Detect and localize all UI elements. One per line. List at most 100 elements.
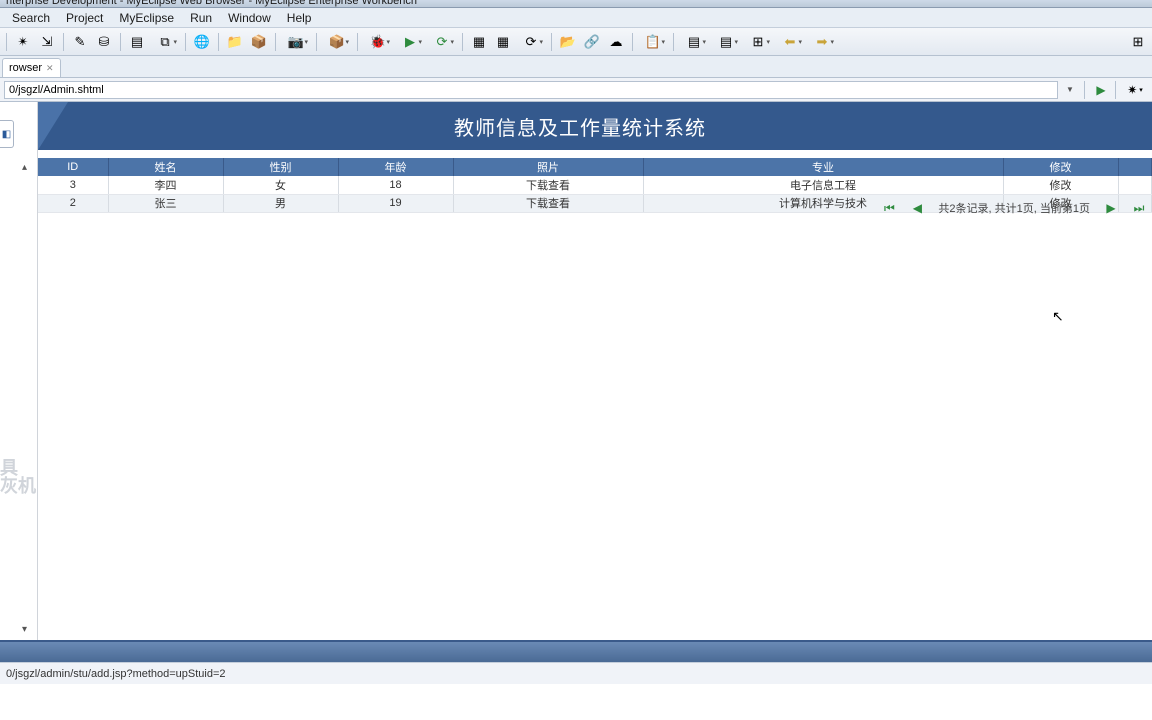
db-icon[interactable]: ⛁	[93, 31, 115, 53]
status-bar: 0/jsgzl/admin/stu/add.jsp?method=upStuid…	[0, 662, 1152, 684]
run-icon[interactable]: ▶	[395, 31, 425, 53]
side-strip: ◧ ▴ ▾	[0, 102, 38, 640]
scroll-up-icon[interactable]: ▴	[22, 162, 27, 173]
separator	[632, 33, 633, 51]
banner-wedge	[38, 102, 68, 150]
col-edit[interactable]: 修改	[1003, 158, 1118, 176]
main-toolbar: ✴ ⇲ ✎ ⛁ ▤ ⧉ 🌐 📁 📦 📷 📦 🐞 ▶ ⟳ ▦ ▦ ⟳ 📂 🔗 ☁ …	[0, 28, 1152, 56]
grid1-icon[interactable]: ▦	[468, 31, 490, 53]
page-banner: 教师信息及工作量统计系统	[38, 102, 1152, 150]
open-folder-icon[interactable]: 📂	[557, 31, 579, 53]
separator	[462, 33, 463, 51]
cell-end	[1118, 176, 1152, 194]
separator	[316, 33, 317, 51]
cell-photo-link[interactable]: 下载查看	[453, 194, 643, 212]
col-age[interactable]: 年龄	[338, 158, 453, 176]
address-bar: 0/jsgzl/Admin.shtml ▼ ▶ ✷	[0, 78, 1152, 102]
list2-icon[interactable]: ▤	[711, 31, 741, 53]
separator	[1084, 81, 1085, 99]
separator	[218, 33, 219, 51]
side-tab-icon[interactable]: ◧	[0, 120, 14, 148]
bottom-blue-strip	[0, 642, 1152, 662]
menu-project[interactable]: Project	[58, 11, 111, 25]
fwd-icon[interactable]: ➡	[807, 31, 837, 53]
separator	[120, 33, 121, 51]
pager-text: 共2条记录, 共计1页, 当前第1页	[938, 200, 1090, 216]
separator	[1115, 81, 1116, 99]
cell-age: 19	[338, 194, 453, 212]
close-icon[interactable]: ✕	[46, 63, 54, 74]
col-sex[interactable]: 性别	[223, 158, 338, 176]
new-wizard-icon[interactable]: ✴	[12, 31, 34, 53]
cell-name: 张三	[108, 194, 223, 212]
window-title: nterprise Development - MyEclipse Web Br…	[6, 0, 417, 7]
cell-id: 3	[38, 176, 108, 194]
go-icon[interactable]: ▶	[1091, 81, 1111, 99]
menu-bar: Search Project MyEclipse Run Window Help	[0, 8, 1152, 28]
camera-icon[interactable]: 📷	[281, 31, 311, 53]
grid2-icon[interactable]: ▦	[492, 31, 514, 53]
menu-myeclipse[interactable]: MyEclipse	[111, 11, 182, 25]
debug-icon[interactable]: 🐞	[363, 31, 393, 53]
separator	[6, 33, 7, 51]
prev-page-icon[interactable]: ◀	[910, 201, 924, 215]
separator	[63, 33, 64, 51]
menu-help[interactable]: Help	[279, 11, 320, 25]
import-icon[interactable]: ⇲	[36, 31, 58, 53]
gear-icon[interactable]: ✷	[1122, 81, 1148, 99]
browser-tab[interactable]: rowser ✕	[2, 58, 61, 77]
menu-window[interactable]: Window	[220, 11, 279, 25]
col-photo[interactable]: 照片	[453, 158, 643, 176]
globe-icon[interactable]: 🌐	[191, 31, 213, 53]
col-name[interactable]: 姓名	[108, 158, 223, 176]
separator	[275, 33, 276, 51]
next-page-icon[interactable]: ▶	[1104, 201, 1118, 215]
data-grid-wrap: ID 姓名 性别 年龄 照片 专业 修改 3 李四 女 18 下载查看 电	[38, 158, 1152, 640]
separator	[357, 33, 358, 51]
last-page-icon[interactable]: ⏭	[1132, 201, 1146, 216]
cell-major: 电子信息工程	[643, 176, 1003, 194]
list1-icon[interactable]: ▤	[679, 31, 709, 53]
server-icon[interactable]: ▤	[126, 31, 148, 53]
table-header-row: ID 姓名 性别 年龄 照片 专业 修改	[38, 158, 1152, 176]
cell-sex: 女	[223, 176, 338, 194]
back-icon[interactable]: ⬅	[775, 31, 805, 53]
scroll-down-icon[interactable]: ▾	[22, 624, 27, 635]
cell-name: 李四	[108, 176, 223, 194]
page-title: 教师信息及工作量统计系统	[68, 112, 1152, 141]
separator	[673, 33, 674, 51]
table-row[interactable]: 3 李四 女 18 下载查看 电子信息工程 修改	[38, 176, 1152, 194]
sync-icon[interactable]: ⟳	[516, 31, 546, 53]
separator	[551, 33, 552, 51]
run-ext-icon[interactable]: ⟳	[427, 31, 457, 53]
box-icon[interactable]: 📦	[248, 31, 270, 53]
url-input[interactable]: 0/jsgzl/Admin.shtml	[4, 81, 1058, 99]
cloud-icon[interactable]: ☁	[605, 31, 627, 53]
tree-icon[interactable]: ⊞	[743, 31, 773, 53]
tab-label: rowser	[9, 62, 42, 74]
link-icon[interactable]: 🔗	[581, 31, 603, 53]
col-end	[1118, 158, 1152, 176]
copy-icon[interactable]: 📋	[638, 31, 668, 53]
first-page-icon[interactable]: ⏮	[882, 201, 896, 216]
window-title-bar: nterprise Development - MyEclipse Web Br…	[0, 0, 1152, 8]
cell-photo-link[interactable]: 下载查看	[453, 176, 643, 194]
status-text: 0/jsgzl/admin/stu/add.jsp?method=upStuid…	[6, 668, 226, 680]
menu-run[interactable]: Run	[182, 11, 220, 25]
editor-tab-strip: rowser ✕	[0, 56, 1152, 78]
cell-age: 18	[338, 176, 453, 194]
cell-edit-link[interactable]: 修改	[1003, 176, 1118, 194]
menu-search[interactable]: Search	[4, 11, 58, 25]
separator	[185, 33, 186, 51]
folder-icon[interactable]: 📁	[224, 31, 246, 53]
pager: ⏮ ◀ 共2条记录, 共计1页, 当前第1页 ▶ ⏭	[882, 200, 1146, 216]
package-icon[interactable]: 📦	[322, 31, 352, 53]
col-id[interactable]: ID	[38, 158, 108, 176]
deploy-icon[interactable]: ⧉	[150, 31, 180, 53]
col-major[interactable]: 专业	[643, 158, 1003, 176]
cell-id: 2	[38, 194, 108, 212]
url-dropdown-icon[interactable]: ▼	[1060, 81, 1080, 99]
perspective-icon[interactable]: ⊞	[1127, 31, 1149, 53]
cell-sex: 男	[223, 194, 338, 212]
wand-icon[interactable]: ✎	[69, 31, 91, 53]
